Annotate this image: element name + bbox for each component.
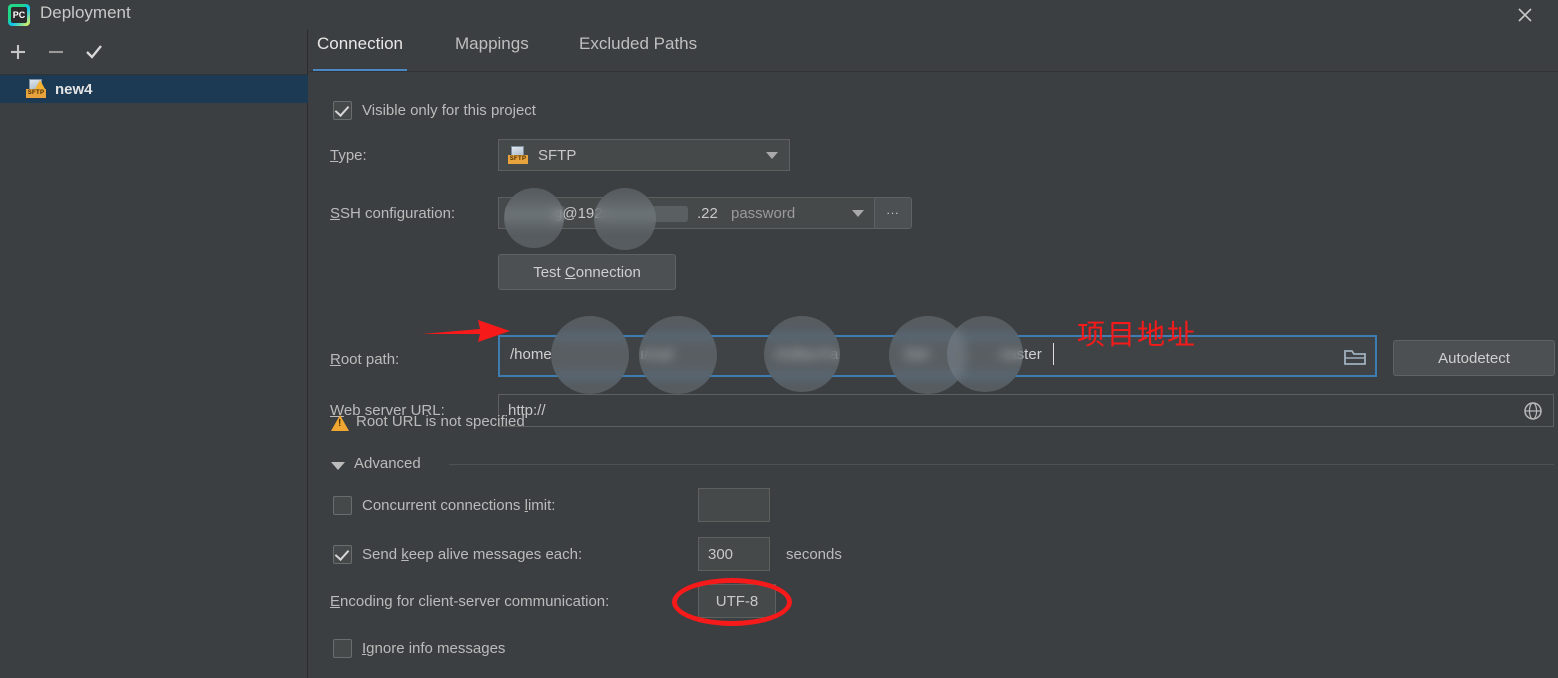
deployment-dialog: PC Deployment SFTP new4 Connection Mappi… bbox=[0, 0, 1558, 678]
server-name: new4 bbox=[55, 80, 93, 98]
keep-alive-checkbox[interactable] bbox=[333, 545, 352, 564]
ignore-info-label: Ignore info messages bbox=[362, 640, 506, 657]
root-path-segment: ı/cod bbox=[640, 346, 673, 363]
root-path-segment: /home bbox=[510, 346, 552, 363]
sidebar-toolbar bbox=[0, 38, 308, 70]
tab-connection-label: Connection bbox=[317, 34, 404, 53]
server-sidebar: SFTP new4 bbox=[0, 30, 308, 678]
autodetect-label: Autodetect bbox=[1438, 349, 1510, 367]
tab-baseline bbox=[309, 71, 1558, 72]
tab-bar: Connection Mappings Excluded Paths bbox=[309, 30, 1558, 72]
encoding-combobox[interactable]: UTF-8 bbox=[698, 584, 776, 618]
ssh-config-auth: password bbox=[731, 204, 796, 222]
folder-icon[interactable] bbox=[1343, 346, 1367, 372]
close-icon[interactable] bbox=[1512, 2, 1538, 28]
ssh-config-value: g@192. bbox=[554, 204, 607, 222]
test-connection-label: Test Connection bbox=[533, 263, 641, 281]
root-path-label: Root path: bbox=[330, 351, 400, 368]
connection-panel: Connection Mappings Excluded Paths Visib… bbox=[309, 30, 1558, 678]
ssh-config-value-2: .22 bbox=[697, 204, 718, 222]
ellipsis-icon: ... bbox=[886, 203, 900, 217]
plus-icon[interactable] bbox=[4, 38, 32, 66]
minus-icon[interactable] bbox=[42, 38, 70, 66]
chevron-down-icon bbox=[766, 152, 778, 159]
advanced-label: Advanced bbox=[354, 455, 421, 472]
advanced-divider bbox=[449, 464, 1554, 465]
root-url-warning-text: Root URL is not specified bbox=[356, 413, 525, 430]
server-list: SFTP new4 bbox=[0, 75, 308, 103]
root-path-segment: r/Ultra-Fa bbox=[775, 346, 839, 363]
test-connection-button[interactable]: Test Connection bbox=[498, 254, 676, 290]
concurrent-connections-checkbox[interactable] bbox=[333, 496, 352, 515]
ssh-configuration-label: SSH configuration: bbox=[330, 205, 456, 222]
root-path-segment: Det bbox=[905, 346, 929, 363]
sftp-server-icon: SFTP bbox=[26, 79, 48, 99]
tab-excluded-paths-label: Excluded Paths bbox=[579, 34, 698, 53]
concurrent-connections-input[interactable] bbox=[698, 488, 770, 522]
root-path-field[interactable]: /home ı/cod r/Ultra-Fa Det naster bbox=[498, 335, 1377, 377]
advanced-toggle-icon[interactable] bbox=[331, 462, 345, 470]
sftp-badge-label: SFTP bbox=[26, 89, 46, 98]
encoding-label: Encoding for client-server communication… bbox=[330, 593, 610, 610]
web-server-url-input[interactable]: http:// bbox=[498, 394, 1554, 427]
autodetect-button[interactable]: Autodetect bbox=[1393, 340, 1555, 376]
keep-alive-unit: seconds bbox=[786, 546, 842, 563]
sftp-type-badge: SFTP bbox=[508, 154, 528, 164]
keep-alive-input[interactable]: 300 bbox=[698, 537, 770, 571]
visible-only-checkbox[interactable] bbox=[333, 101, 352, 120]
keep-alive-value: 300 bbox=[708, 545, 734, 563]
ignore-info-checkbox[interactable] bbox=[333, 639, 352, 658]
globe-icon[interactable] bbox=[1523, 401, 1543, 425]
keep-alive-label: Send keep alive messages each: bbox=[362, 546, 583, 563]
tab-mappings-label: Mappings bbox=[455, 34, 529, 53]
visible-only-label: Visible only for this project bbox=[362, 102, 536, 119]
pycharm-logo-icon: PC bbox=[8, 4, 30, 26]
warning-icon bbox=[331, 415, 349, 431]
page-title: Deployment bbox=[40, 3, 131, 22]
encoding-value: UTF-8 bbox=[715, 592, 759, 610]
type-combobox[interactable]: SFTP SFTP bbox=[498, 139, 790, 171]
tab-excluded-paths[interactable]: Excluded Paths bbox=[575, 34, 701, 72]
type-label: Type: bbox=[330, 147, 367, 164]
check-icon[interactable] bbox=[80, 38, 108, 66]
text-caret bbox=[1053, 343, 1054, 365]
chevron-down-icon bbox=[852, 210, 864, 217]
root-path-text: /home ı/cod r/Ultra-Fa Det naster bbox=[500, 337, 1375, 375]
list-item[interactable]: SFTP new4 bbox=[0, 75, 308, 103]
type-value: SFTP bbox=[538, 146, 577, 164]
tab-mappings[interactable]: Mappings bbox=[451, 34, 533, 72]
tab-connection[interactable]: Connection bbox=[313, 34, 408, 72]
sftp-type-icon: SFTP bbox=[508, 145, 530, 165]
concurrent-connections-label: Concurrent connections limit: bbox=[362, 497, 556, 514]
root-path-segment: naster bbox=[1000, 346, 1042, 363]
ssh-config-browse-button[interactable]: ... bbox=[874, 197, 912, 229]
ssh-configuration-combobox[interactable]: g@192. .22 password bbox=[498, 197, 876, 229]
title-bar: PC Deployment bbox=[0, 0, 1558, 30]
